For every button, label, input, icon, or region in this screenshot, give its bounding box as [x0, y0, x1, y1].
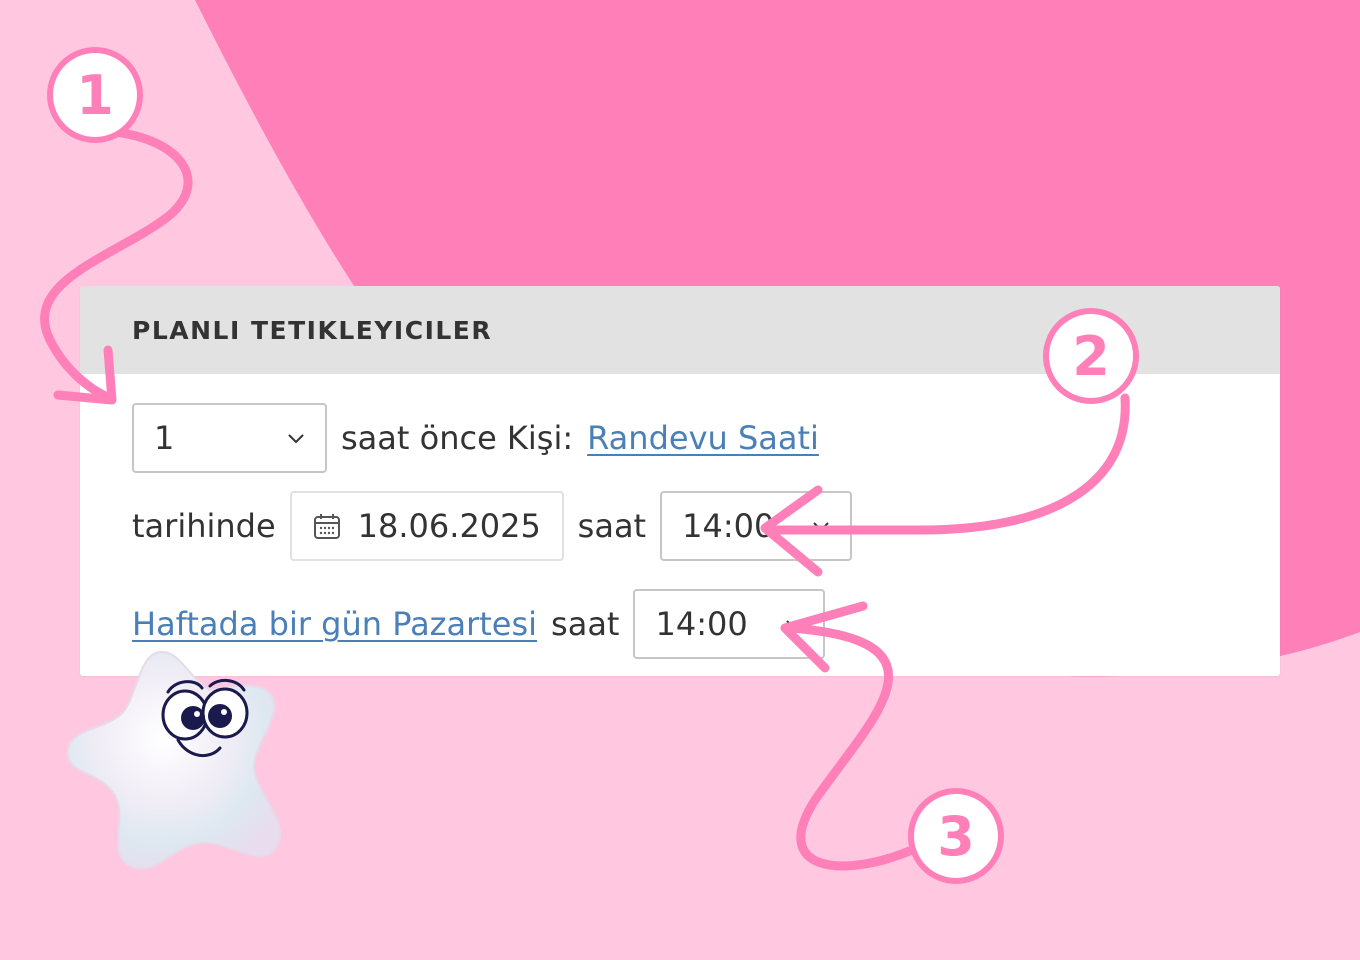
panel-title: PLANLI TETIKLEYICILER — [132, 315, 493, 345]
weekly-time-select[interactable]: 14:00 — [633, 589, 826, 659]
trigger-row-before-appointment: 1 saat önce Kişi: Randevu Saati — [132, 403, 819, 473]
at-time-label: saat — [577, 507, 647, 545]
date-value: 18.06.2025 — [357, 507, 541, 545]
step-badge-1: 1 — [47, 47, 143, 143]
hours-count-select[interactable]: 1 — [132, 403, 327, 473]
calendar-icon — [313, 514, 340, 539]
weekly-time-value: 14:00 — [655, 605, 748, 643]
on-date-label: tarihinde — [132, 507, 276, 545]
date-time-select[interactable]: 14:00 — [660, 491, 853, 561]
step-badge-2: 2 — [1043, 308, 1139, 404]
trigger-row-on-date: tarihinde 18.06.2025 saat 14:00 — [132, 491, 853, 561]
chevron-down-icon — [813, 522, 829, 532]
date-input[interactable]: 18.06.2025 — [289, 491, 564, 561]
hours-count-value: 1 — [154, 419, 175, 457]
chevron-down-icon — [786, 620, 803, 630]
weekly-monday-link[interactable]: Haftada bir gün Pazartesi — [132, 605, 537, 643]
chevron-down-icon — [288, 434, 304, 444]
star-mascot — [66, 650, 281, 870]
appointment-time-link[interactable]: Randevu Saati — [587, 419, 819, 457]
date-time-value: 14:00 — [682, 507, 775, 545]
step-badge-3: 3 — [908, 788, 1004, 884]
hours-before-label: saat önce Kişi: — [341, 419, 574, 457]
weekly-at-time-label: saat — [551, 605, 620, 643]
